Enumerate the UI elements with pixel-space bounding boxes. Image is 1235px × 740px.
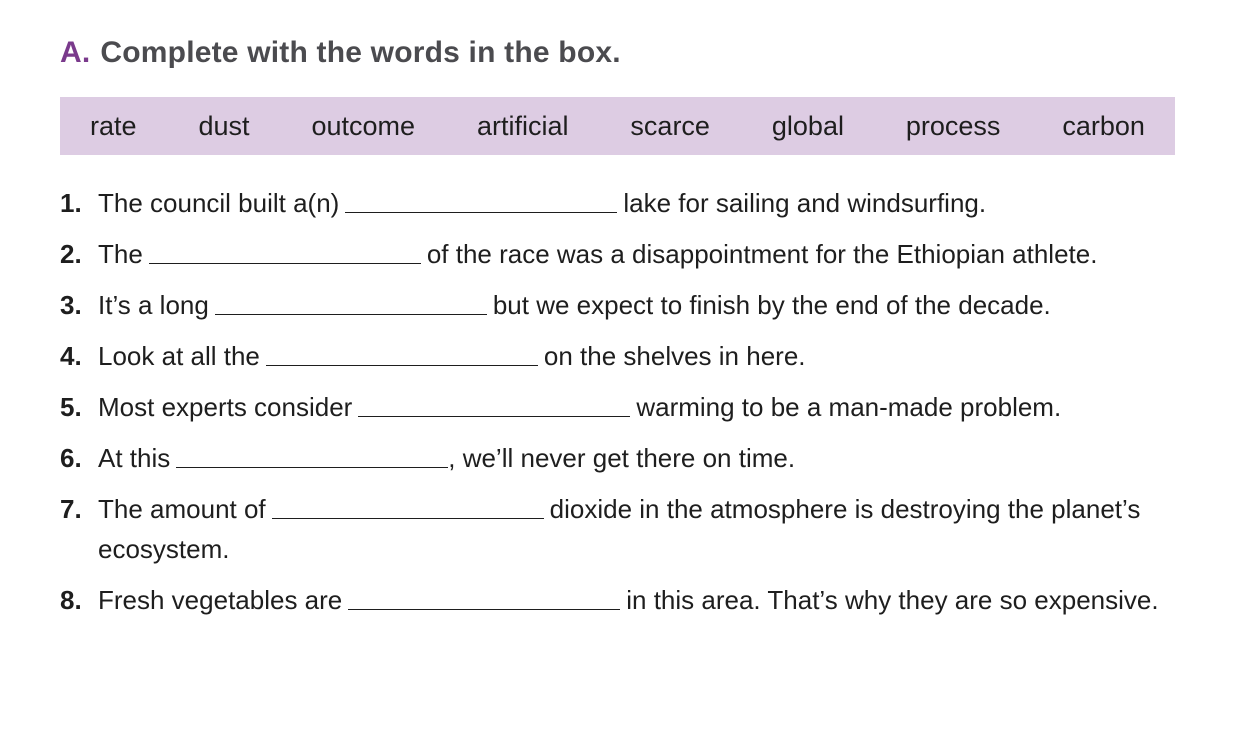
item-text-before: The amount of: [98, 494, 266, 524]
item-text-before: The council built a(n): [98, 188, 340, 218]
item-number: 8.: [60, 585, 82, 615]
item-text-after: in this area. That’s why they are so exp…: [626, 585, 1159, 615]
item-number: 2.: [60, 239, 82, 269]
item-text-before: Look at all the: [98, 341, 260, 371]
item-text-after: but we expect to finish by the end of th…: [492, 290, 1051, 320]
item-number: 3.: [60, 290, 82, 320]
answer-blank[interactable]: [176, 467, 449, 468]
item-text-before: At this: [98, 443, 171, 473]
item-text: The amount of dioxide in the atmosphere i…: [98, 489, 1200, 569]
exercise-letter: A.: [60, 36, 91, 69]
item-number: 4.: [60, 341, 82, 371]
exercise-item: 1. The council built a(n) lake for sailin…: [60, 183, 1200, 223]
answer-blank[interactable]: [345, 212, 618, 213]
item-text-before: The: [98, 239, 143, 269]
word-box: rate dust outcome artificial scarce glob…: [60, 97, 1175, 155]
answer-blank[interactable]: [148, 263, 421, 264]
word-box-word: artificial: [476, 110, 569, 141]
answer-blank[interactable]: [265, 365, 538, 366]
answer-blank[interactable]: [271, 518, 544, 519]
item-text: Most experts consider warming to be a man…: [98, 387, 1200, 427]
answer-blank[interactable]: [214, 314, 487, 315]
item-text-before: Most experts consider: [98, 392, 353, 422]
item-text: The of the race was a disappointment for …: [98, 234, 1200, 274]
exercise-instruction: Complete with the words in the box.: [100, 36, 621, 69]
item-text: It’s a long but we expect to finish by th…: [98, 285, 1200, 325]
item-text: Fresh vegetables are in this area. That’s…: [98, 580, 1200, 620]
item-text: Look at all the on the shelves in here.: [98, 336, 1200, 376]
word-box-word: scarce: [630, 110, 710, 141]
exercise-item: 3. It’s a long but we expect to finish by…: [60, 285, 1200, 325]
exercise-item: 2. The of the race was a disappointment f…: [60, 234, 1200, 274]
item-number: 6.: [60, 443, 82, 473]
word-box-word: carbon: [1062, 110, 1145, 141]
item-text-after: of the race was a disappointment for the…: [426, 239, 1098, 269]
answer-blank[interactable]: [358, 416, 631, 417]
word-box-word: dust: [198, 110, 250, 141]
item-text-after: lake for sailing and windsurfing.: [623, 188, 987, 218]
exercise-item: 7. The amount of dioxide in the atmospher…: [60, 489, 1200, 569]
word-box-word: outcome: [311, 110, 416, 141]
item-text: The council built a(n) lake for sailing a…: [98, 183, 1200, 223]
item-text-before: Fresh vegetables are: [98, 585, 343, 615]
exercise-header: A. Complete with the words in the box.: [60, 36, 621, 70]
item-number: 5.: [60, 392, 82, 422]
item-text: At this , we’ll never get there on time.: [98, 438, 1200, 478]
item-text-after: on the shelves in here.: [543, 341, 806, 371]
word-box-word: global: [771, 110, 844, 141]
exercise-item: 5. Most experts consider warming to be a …: [60, 387, 1200, 427]
exercise-item: 6. At this , we’ll never get there on tim…: [60, 438, 1200, 478]
exercise-item: 4. Look at all the on the shelves in here…: [60, 336, 1200, 376]
word-box-word: process: [905, 110, 1001, 141]
word-box-word: rate: [90, 110, 137, 141]
answer-blank[interactable]: [348, 609, 621, 610]
exercise-item: 8. Fresh vegetables are in this area. Tha…: [60, 580, 1200, 620]
item-number: 1.: [60, 188, 82, 218]
item-text-after: , we’ll never get there on time.: [448, 443, 796, 473]
item-text-after: warming to be a man-made problem.: [636, 392, 1062, 422]
exercise-items: 1. The council built a(n) lake for sailin…: [60, 183, 1200, 631]
item-text-before: It’s a long: [98, 290, 209, 320]
item-number: 7.: [60, 494, 82, 524]
